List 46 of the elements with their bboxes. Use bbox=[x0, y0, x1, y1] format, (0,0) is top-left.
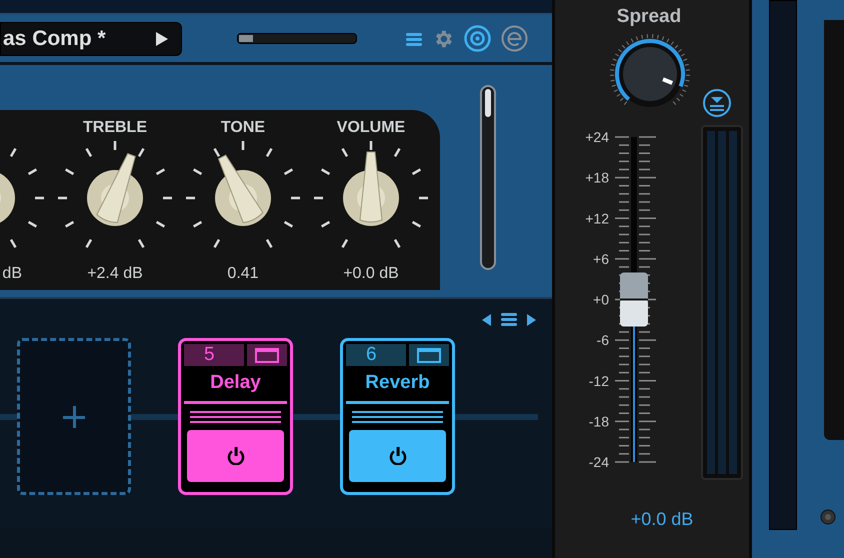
scale-label: +6 bbox=[593, 250, 609, 266]
knob-value: 0.41 bbox=[227, 264, 259, 284]
scale-label: +0 bbox=[593, 291, 609, 307]
output-value: +0.0 dB bbox=[630, 508, 694, 530]
knob-label: VOLUME bbox=[336, 118, 406, 136]
effect-pedal[interactable]: 6 Reverb bbox=[340, 338, 455, 495]
e-logo-icon[interactable] bbox=[501, 25, 528, 52]
knob-value: +0.0 dB bbox=[343, 264, 399, 284]
pedal-name: Delay bbox=[184, 366, 287, 404]
scale-label: -24 bbox=[588, 454, 609, 470]
power-icon bbox=[226, 447, 244, 465]
preset-selector[interactable]: as Comp * bbox=[0, 22, 182, 56]
scale-label: +24 bbox=[585, 128, 609, 144]
power-button[interactable] bbox=[187, 430, 284, 482]
add-icon[interactable] bbox=[63, 406, 85, 428]
slot-number: 6 bbox=[346, 344, 406, 366]
left-arrow-icon[interactable] bbox=[482, 314, 491, 326]
eject-icon[interactable] bbox=[702, 88, 732, 118]
scale-label: -12 bbox=[588, 372, 609, 388]
slot-number: 5 bbox=[184, 344, 244, 366]
scroll-handle[interactable] bbox=[480, 85, 496, 270]
volume-fader[interactable]: +24 +18 +12 +6 +0 -6 -12 -18 -24 bbox=[577, 124, 692, 474]
scale-label: +18 bbox=[585, 169, 609, 186]
power-button[interactable] bbox=[349, 430, 446, 482]
knob-label: TREBLE bbox=[83, 118, 147, 136]
menu-icon[interactable] bbox=[501, 313, 517, 326]
screw-icon bbox=[820, 509, 836, 525]
play-icon[interactable] bbox=[155, 30, 169, 46]
right-arrow-icon[interactable] bbox=[527, 314, 536, 326]
scale-label: +12 bbox=[585, 210, 609, 226]
window-icon[interactable] bbox=[417, 348, 441, 362]
preset-name: as Comp * bbox=[3, 26, 106, 52]
scale-label: -6 bbox=[596, 332, 609, 348]
target-icon[interactable] bbox=[464, 25, 491, 52]
power-icon bbox=[388, 447, 406, 465]
knob-value: +2.4 dB bbox=[87, 264, 143, 284]
fader-thumb[interactable] bbox=[620, 272, 648, 326]
effect-pedal[interactable]: 5 Delay bbox=[178, 338, 293, 495]
spread-label: Spread bbox=[616, 5, 682, 29]
knob-value: dB bbox=[2, 264, 22, 284]
scale-label: -18 bbox=[588, 412, 609, 429]
knob-label: TONE bbox=[220, 118, 266, 136]
menu-icon[interactable] bbox=[406, 32, 422, 46]
window-icon[interactable] bbox=[255, 348, 279, 362]
pedal-name: Reverb bbox=[346, 366, 449, 404]
empty-slot[interactable] bbox=[17, 338, 131, 495]
